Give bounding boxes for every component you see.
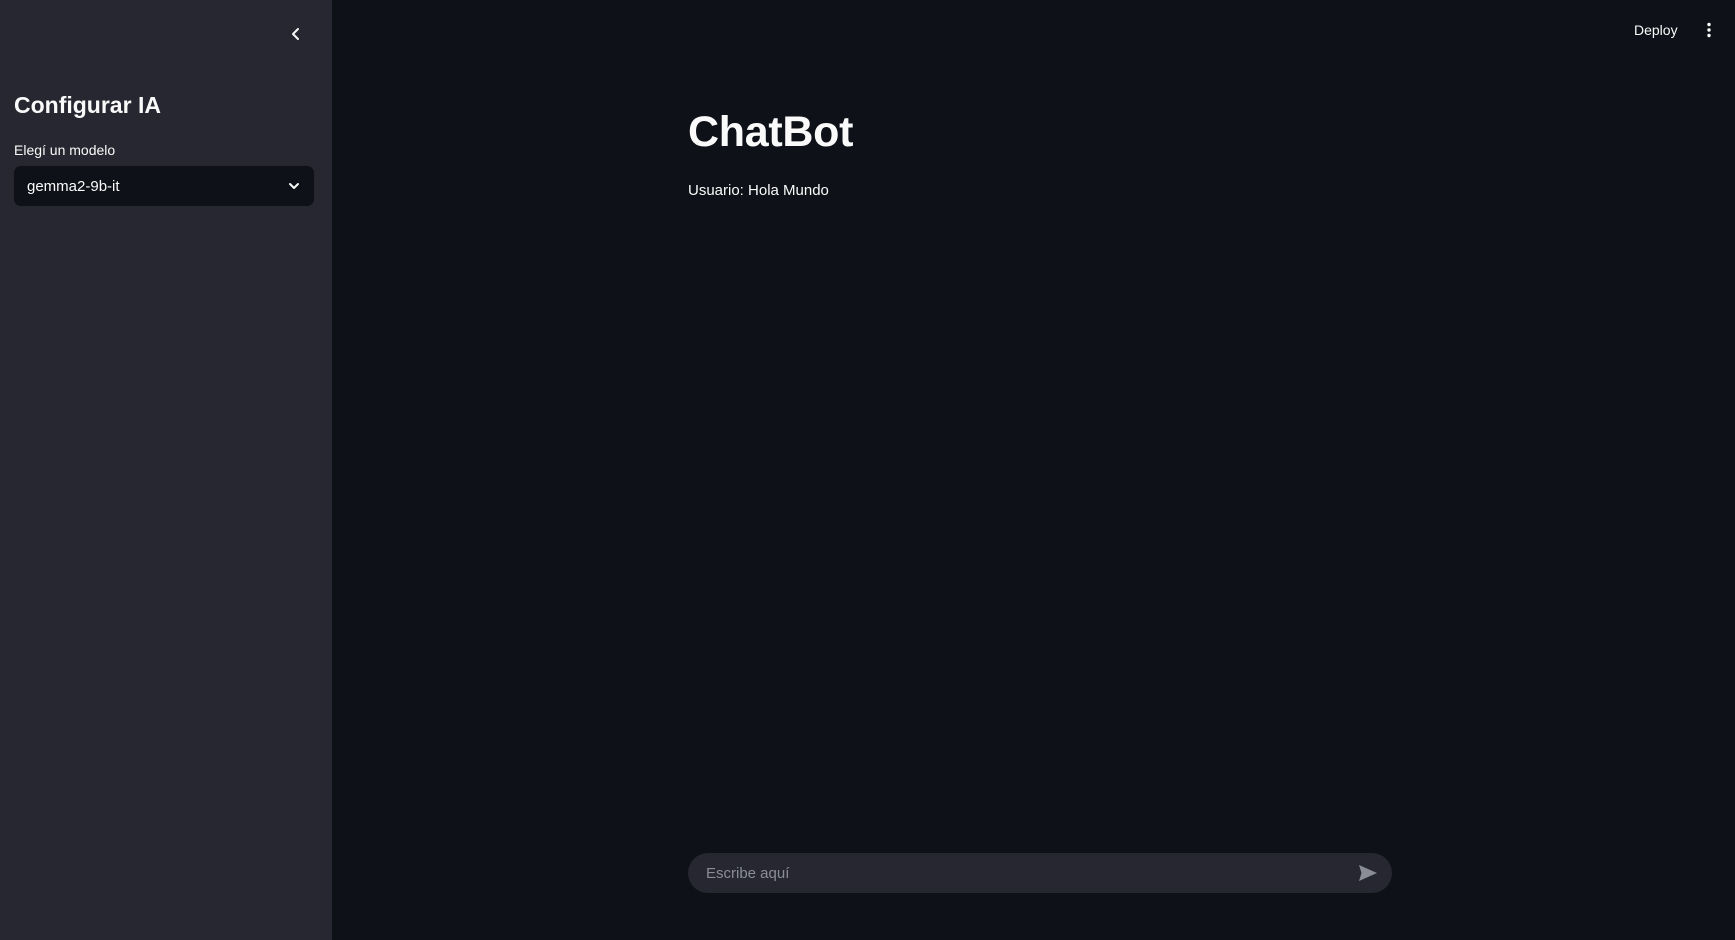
collapse-sidebar-button[interactable] xyxy=(282,20,310,48)
model-select-label: Elegí un modelo xyxy=(14,142,116,158)
chevron-down-icon xyxy=(286,178,302,194)
chat-input-container xyxy=(688,853,1392,893)
model-select[interactable]: gemma2-9b-it xyxy=(14,166,314,206)
sidebar-title: Configurar IA xyxy=(14,92,161,118)
chevron-left-icon xyxy=(292,28,299,40)
sidebar: Configurar IA Elegí un modelo gemma2-9b-… xyxy=(0,0,332,940)
deploy-button[interactable]: Deploy xyxy=(1628,17,1684,43)
main-menu-button[interactable] xyxy=(1698,17,1720,43)
chat-input[interactable] xyxy=(704,863,1356,883)
send-icon xyxy=(1359,865,1377,881)
send-button[interactable] xyxy=(1356,861,1380,885)
model-select-value: gemma2-9b-it xyxy=(27,177,120,195)
page-title: ChatBot xyxy=(688,108,854,156)
vertical-dots-icon xyxy=(1707,22,1711,38)
app-window: Configurar IA Elegí un modelo gemma2-9b-… xyxy=(0,0,1735,940)
chat-message: Usuario: Hola Mundo xyxy=(688,182,829,199)
